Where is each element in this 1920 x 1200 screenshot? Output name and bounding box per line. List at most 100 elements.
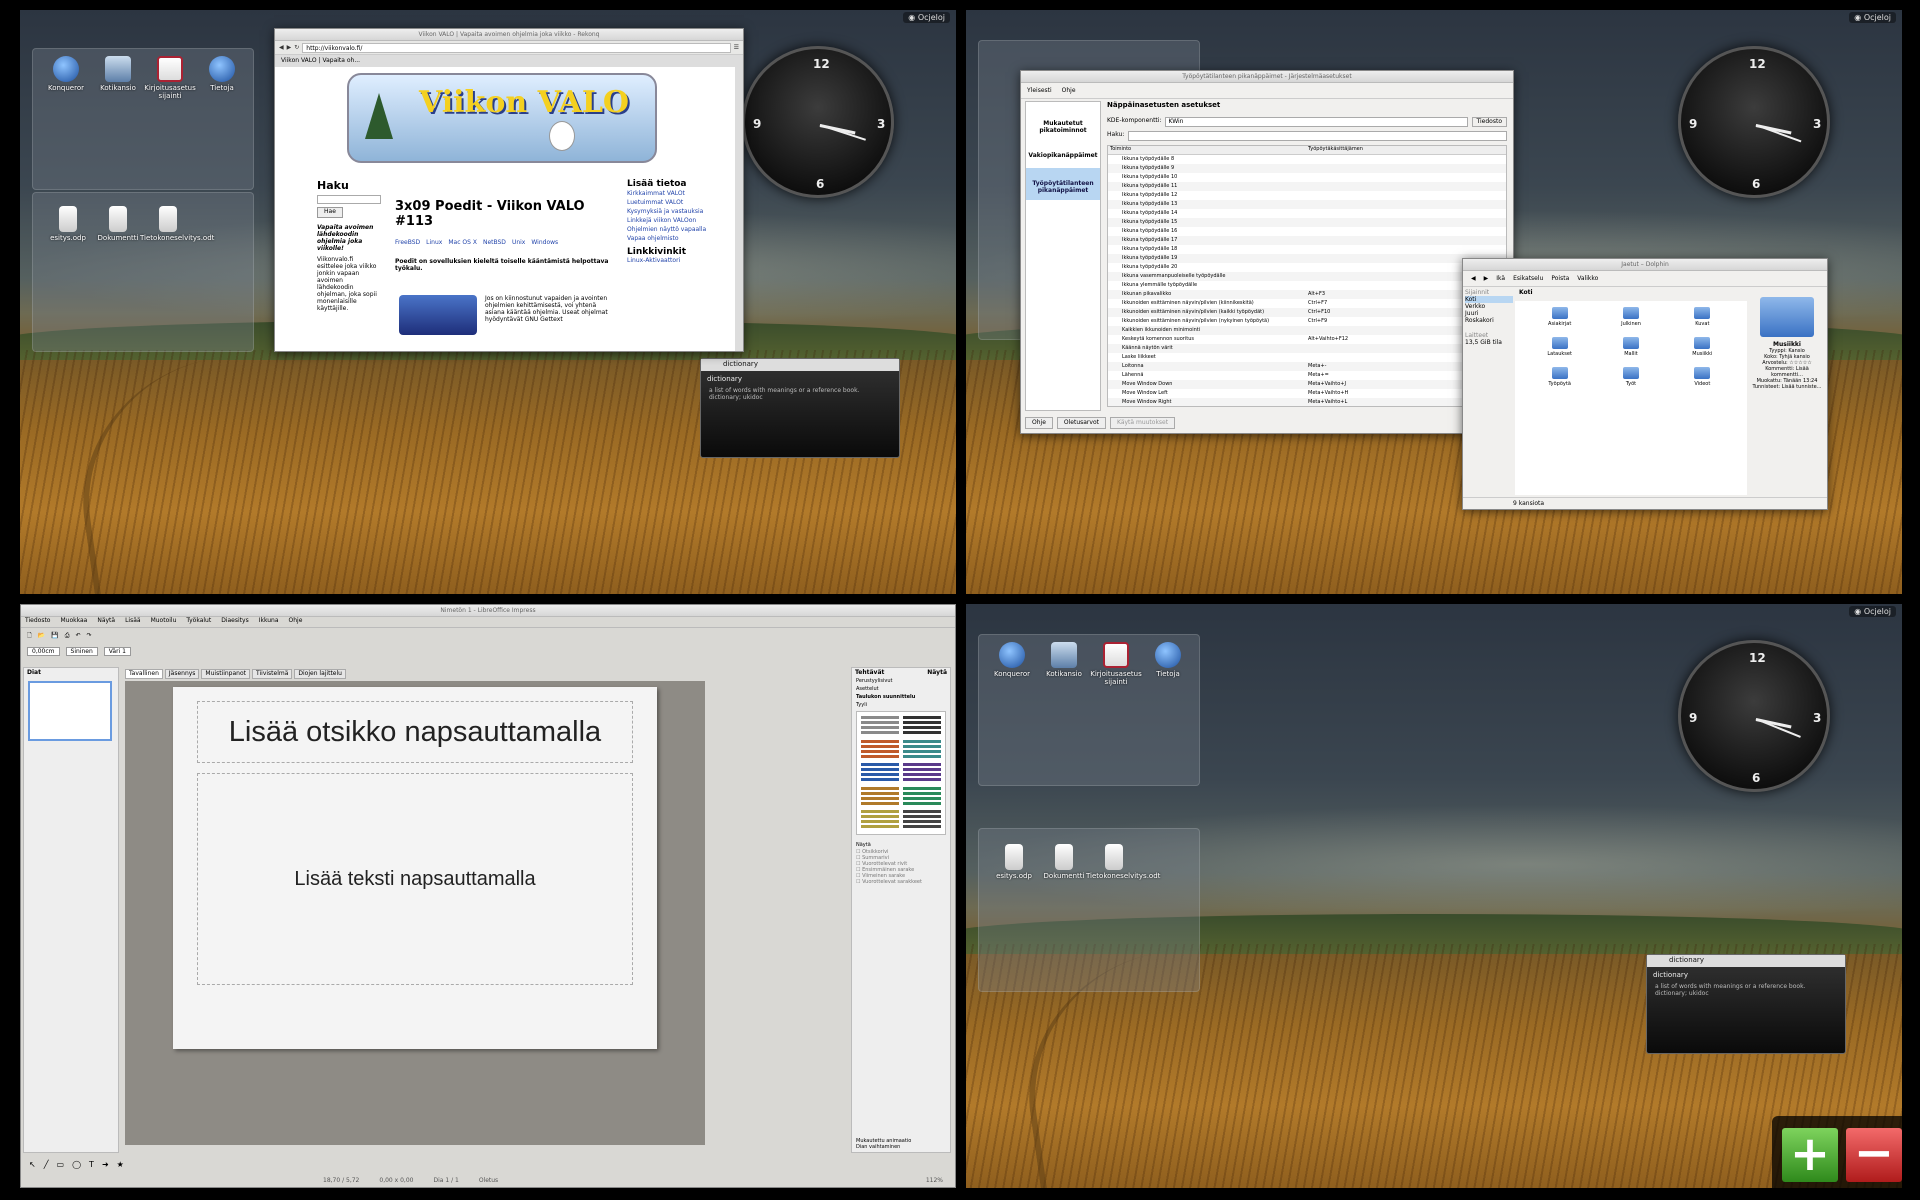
table-style-swatch[interactable] bbox=[903, 786, 941, 805]
print-icon[interactable]: ⎙ bbox=[65, 632, 70, 640]
apply-button[interactable]: Käytä muutokset bbox=[1109, 417, 1176, 429]
menu-item[interactable]: Muokkaa bbox=[60, 617, 87, 627]
folder-item[interactable]: Mallit bbox=[1596, 337, 1665, 365]
desktop-1[interactable]: Ocjeloj Konqueror Kotikansio Kirjoitusas… bbox=[20, 10, 956, 594]
line-icon[interactable]: ╱ bbox=[44, 1160, 49, 1169]
folder-item[interactable]: Työpöytä bbox=[1525, 367, 1594, 395]
table-style-swatch[interactable] bbox=[903, 810, 941, 829]
dictionary-widget[interactable]: dictionary dictionary a list of words wi… bbox=[1646, 954, 1846, 1054]
view-tab[interactable]: Tiivistelmä bbox=[252, 669, 293, 679]
select-icon[interactable]: ↖ bbox=[29, 1160, 36, 1169]
folder-item[interactable]: Työt bbox=[1596, 367, 1665, 395]
save-icon[interactable]: 💾 bbox=[51, 632, 58, 639]
table-row[interactable]: Kaikkien ikkunoiden minimointi bbox=[1108, 326, 1506, 335]
content-placeholder[interactable]: Lisää teksti napsauttamalla bbox=[197, 773, 633, 985]
view-button[interactable]: Ikä bbox=[1496, 275, 1505, 282]
shortcut-key[interactable]: Meta+Vaihto+J bbox=[1308, 380, 1346, 389]
shortcuts-window[interactable]: Työpöytätilanteen pikanäppäimet - Järjes… bbox=[1020, 70, 1514, 434]
shortcut-key[interactable]: Meta+- bbox=[1308, 362, 1326, 371]
menu-item[interactable]: Ohje bbox=[289, 617, 303, 627]
menu-item[interactable]: Näytä bbox=[97, 617, 115, 627]
dolphin-titlebar[interactable]: Jaetut – Dolphin bbox=[1463, 259, 1827, 271]
task-transition[interactable]: Dian vaihtaminen bbox=[856, 1144, 911, 1150]
table-row[interactable]: Lähennä Meta+= bbox=[1108, 371, 1506, 380]
plasma-cashew[interactable]: Ocjeloj bbox=[903, 12, 950, 23]
remove-desktop-button[interactable]: − bbox=[1846, 1128, 1902, 1182]
table-row[interactable]: Ikkuna vasemmanpuoleiselle työpöydälle bbox=[1108, 272, 1506, 281]
desktop-icon[interactable]: Tietokoneselvitys.odt bbox=[1086, 844, 1160, 880]
desktop-icon[interactable]: Kotikansio bbox=[1036, 642, 1092, 678]
scrollbar[interactable] bbox=[735, 67, 743, 351]
shortcut-key[interactable]: Meta+Vaihto+L bbox=[1308, 398, 1347, 406]
dictionary-input[interactable]: dictionary bbox=[1647, 955, 1845, 967]
task-table-design[interactable]: Taulukon suunnittelu bbox=[852, 693, 950, 701]
device-item[interactable]: 13,5 GiB tila bbox=[1465, 339, 1513, 346]
table-option-checkbox[interactable]: ☐ Vuorottelevat sarakkeet bbox=[856, 879, 946, 885]
undo-icon[interactable]: ↶ bbox=[76, 632, 81, 639]
table-row[interactable]: Ikkuna työpöydälle 18 bbox=[1108, 245, 1506, 254]
sidebar-item-workspace[interactable]: Työpöytätilanteen pikanäppäimet bbox=[1026, 168, 1100, 200]
folder-item[interactable]: Asiakirjat bbox=[1525, 307, 1594, 335]
table-row[interactable]: Ikkuna ylemmälle työpöydälle bbox=[1108, 281, 1506, 290]
impress-window[interactable]: Nimetön 1 - LibreOffice Impress Tiedosto… bbox=[20, 604, 956, 1188]
folder-item[interactable]: Lataukset bbox=[1525, 337, 1594, 365]
table-row[interactable]: Laske liikkeet bbox=[1108, 353, 1506, 362]
table-row[interactable]: Käännä näytön värit bbox=[1108, 344, 1506, 353]
table-row[interactable]: Ikkuna työpöydälle 9 bbox=[1108, 164, 1506, 173]
desktop-icon[interactable]: esitys.odp bbox=[40, 206, 96, 242]
folder-item[interactable]: Julkinen bbox=[1596, 307, 1665, 335]
table-row[interactable]: Move Window Down Meta+Vaihto+J bbox=[1108, 380, 1506, 389]
table-style-swatch[interactable] bbox=[903, 739, 941, 758]
view-tab[interactable]: Tavallinen bbox=[125, 669, 163, 679]
place-home[interactable]: Koti bbox=[1465, 296, 1513, 303]
breadcrumb[interactable]: Koti bbox=[1515, 289, 1747, 299]
place-trash[interactable]: Roskakori bbox=[1465, 317, 1513, 324]
table-row[interactable]: Ikkunan pikavalikko Alt+F3 bbox=[1108, 290, 1506, 299]
table-row[interactable]: Ikkuna työpöydälle 12 bbox=[1108, 191, 1506, 200]
article-title[interactable]: 3x09 Poedit - Viikon VALO #113 bbox=[395, 199, 613, 229]
open-icon[interactable]: 📂 bbox=[38, 632, 45, 639]
overview-button[interactable]: Yleisesti bbox=[1027, 87, 1052, 94]
place-root[interactable]: Juuri bbox=[1465, 310, 1513, 317]
sidebar-item-custom[interactable]: Mukautetut pikatoiminnot bbox=[1026, 102, 1100, 142]
menu-item[interactable]: Työkalut bbox=[186, 617, 211, 627]
table-row[interactable]: Ikkunoiden esittäminen näyvin/pilvien (k… bbox=[1108, 299, 1506, 308]
shortcut-key[interactable]: Ctrl+F10 bbox=[1308, 308, 1330, 317]
back-icon[interactable]: ◀ bbox=[279, 44, 284, 51]
table-row[interactable]: Ikkuna työpöydälle 8 bbox=[1108, 155, 1506, 164]
line-width-field[interactable]: 0,00cm bbox=[27, 646, 60, 656]
table-row[interactable]: Move Window Left Meta+Vaihto+H bbox=[1108, 389, 1506, 398]
table-row[interactable]: Ikkuna työpöydälle 19 bbox=[1108, 254, 1506, 263]
desktop-icon[interactable]: Kirjoitusasetus sijainti bbox=[1088, 642, 1144, 686]
view-tab[interactable]: Jäsennys bbox=[164, 669, 200, 679]
text-icon[interactable]: T bbox=[89, 1160, 94, 1169]
plasma-cashew[interactable]: Ocjeloj bbox=[1849, 606, 1896, 617]
browser-tab[interactable]: Viikon VALO | Vapaita oh... bbox=[275, 55, 743, 67]
add-desktop-button[interactable]: + bbox=[1782, 1128, 1838, 1182]
menu-item[interactable]: Muotoilu bbox=[151, 617, 177, 627]
search-input[interactable] bbox=[1128, 131, 1507, 141]
desktop-4[interactable]: Ocjeloj Konqueror Kotikansio Kirjoitusas… bbox=[966, 604, 1902, 1188]
table-row[interactable]: Ikkuna työpöydälle 13 bbox=[1108, 200, 1506, 209]
shortcut-key[interactable]: Ctrl+F7 bbox=[1308, 299, 1327, 308]
line-color-select[interactable]: Sininen bbox=[65, 646, 98, 656]
table-row[interactable]: Ikkuna työpöydälle 10 bbox=[1108, 173, 1506, 182]
arrow-icon[interactable]: ➜ bbox=[102, 1160, 109, 1169]
table-style-swatch[interactable] bbox=[903, 716, 941, 734]
shortcut-key[interactable]: Alt+Vaihto+F12 bbox=[1308, 335, 1348, 344]
shortcuts-titlebar[interactable]: Työpöytätilanteen pikanäppäimet - Järjes… bbox=[1021, 71, 1513, 83]
dictionary-widget[interactable]: dictionary dictionary a list of words wi… bbox=[700, 358, 900, 458]
table-row[interactable]: Ikkuna työpöydälle 14 bbox=[1108, 209, 1506, 218]
table-row[interactable]: Move Window Right Meta+Vaihto+L bbox=[1108, 398, 1506, 406]
search-button[interactable]: Hae bbox=[317, 207, 343, 218]
table-style-swatch[interactable] bbox=[861, 786, 899, 805]
table-row[interactable]: Ikkuna työpöydälle 20 bbox=[1108, 263, 1506, 272]
menu-item[interactable]: Tiedosto bbox=[25, 617, 50, 627]
area-color-select[interactable]: Väri 1 bbox=[103, 646, 131, 656]
dictionary-input[interactable]: dictionary bbox=[701, 359, 899, 371]
sidebar-item-standard[interactable]: Vakiopikanäppäimet bbox=[1026, 142, 1100, 168]
back-icon[interactable]: ◀ bbox=[1471, 275, 1476, 282]
desktop-icon[interactable]: Tietoja bbox=[1140, 642, 1196, 678]
ellipse-icon[interactable]: ◯ bbox=[72, 1160, 81, 1169]
table-row[interactable]: Loitonna Meta+- bbox=[1108, 362, 1506, 371]
